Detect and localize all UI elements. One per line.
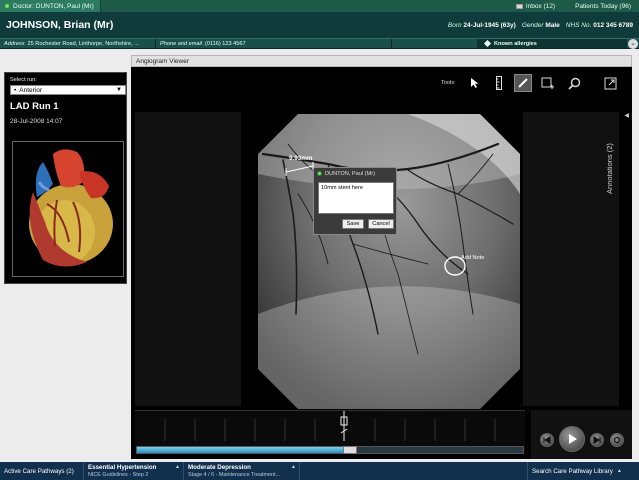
gender-label: Gender <box>521 21 544 29</box>
address-segment[interactable]: Address 25 Rochester Road, Linthorpe, No… <box>0 39 156 48</box>
pointer-tool[interactable] <box>466 74 484 92</box>
note-textarea[interactable]: 10mm stent here <box>318 182 394 214</box>
play-icon <box>569 434 577 444</box>
address-value: 25 Rochester Road, Linthorpe, Northshire… <box>27 40 139 47</box>
patient-banner: JOHNSON, Brian (Mr) Born 24-Jul-1945 (63… <box>0 12 639 38</box>
pathway-subtitle: Stage 4 / 6 - Maintenance Treatment... <box>188 472 280 478</box>
mail-icon <box>515 3 523 9</box>
note-popup: DUNTON, Paul (Mr) 10mm stent here Save C… <box>313 167 397 235</box>
tools-label: Tools: <box>441 80 456 86</box>
search-care-pathway-library[interactable]: Search Care Pathway Library ▲ <box>527 462 639 480</box>
add-box-icon <box>541 77 554 89</box>
viewer-header: Angiogram Viewer <box>131 55 632 67</box>
gender-value: Male <box>545 21 560 29</box>
diamond-icon <box>483 39 492 48</box>
care-pathway-bar: Active Care Pathways (2) Essential Hyper… <box>0 462 639 480</box>
pathway-title: Essential Hypertension <box>88 464 157 471</box>
timeline-ticks <box>164 419 496 441</box>
progress-thumb[interactable] <box>343 446 358 454</box>
top-bar: Doctor: DUNTON, Paul (Mr) Inbox (12) Pat… <box>0 0 639 12</box>
chevron-down-icon: ⌄ <box>630 39 636 47</box>
pathway-moderate-depression[interactable]: Moderate Depression Stage 4 / 6 - Mainte… <box>184 462 300 480</box>
settings-button[interactable] <box>610 433 624 447</box>
address-bar: Address 25 Rochester Road, Linthorpe, No… <box>0 38 639 49</box>
pathway-title: Moderate Depression <box>188 464 251 471</box>
measurement-label[interactable]: 9.93mm <box>289 155 312 162</box>
run-select-value: Anterior <box>19 86 43 94</box>
playback-progress-bar[interactable] <box>136 446 524 454</box>
patients-today-link[interactable]: Patients Today (96) <box>565 3 639 10</box>
phone-segment[interactable]: Phone and email (0116) 123 4567 <box>156 39 392 48</box>
known-allergies-tab[interactable]: Known allergies <box>477 39 627 48</box>
playhead-marker[interactable] <box>340 411 348 441</box>
note-popup-header: DUNTON, Paul (Mr) <box>314 168 396 179</box>
ruler-icon <box>496 76 502 90</box>
author-status-icon <box>317 171 322 176</box>
allergies-label: Known allergies <box>494 40 537 47</box>
patient-demographics: Born 24-Jul-1945 (63y) Gender Male NHS N… <box>448 22 633 29</box>
frame-timeline[interactable] <box>135 410 525 450</box>
select-run-label: Select run: <box>10 77 37 83</box>
patient-name: JOHNSON, Brian (Mr) <box>6 19 114 31</box>
heart-model-image[interactable] <box>12 141 124 277</box>
nhs-label: NHS No. <box>565 21 592 29</box>
play-button[interactable] <box>559 426 585 452</box>
chevron-up-icon: ▲ <box>175 464 180 470</box>
skip-back-icon <box>543 436 551 444</box>
pen-icon <box>518 78 528 88</box>
heart-illustration <box>29 149 113 267</box>
angiogram-viewer[interactable]: 9.93mm Add Note Tools: ◀ Annotations (2)… <box>131 67 632 459</box>
progress-fill <box>137 447 358 453</box>
cursor-arrow-icon <box>471 78 479 88</box>
magnifier-icon <box>567 77 580 90</box>
add-note-label[interactable]: Add Note <box>461 255 484 261</box>
annotations-tab[interactable]: Annotations (2) <box>605 112 630 232</box>
annotate-pen-tool[interactable] <box>514 74 532 92</box>
save-button[interactable]: Save <box>342 219 364 229</box>
address-label: Address <box>4 40 25 47</box>
phone-value: (0116) 123 4567 <box>204 40 246 47</box>
dropdown-arrow-icon: ▼ <box>116 87 122 93</box>
inbox-link[interactable]: Inbox (12) <box>506 3 565 10</box>
viewer-title: Angiogram Viewer <box>136 57 189 65</box>
inbox-label: Inbox (12) <box>525 2 556 10</box>
status-dot-icon <box>4 3 10 9</box>
external-link-icon <box>604 77 616 89</box>
gear-icon <box>613 436 621 444</box>
playback-controls <box>531 410 632 459</box>
run-title: LAD Run 1 <box>10 101 59 112</box>
note-author: DUNTON, Paul (Mr) <box>325 170 375 177</box>
born-label: Born <box>447 21 462 29</box>
next-frame-button[interactable] <box>590 433 604 447</box>
chevron-up-icon: ▲ <box>291 464 296 470</box>
born-value: 24-Jul-1945 (63y) <box>463 21 516 29</box>
cancel-button[interactable]: Cancel <box>368 219 394 229</box>
nhs-value: 012 345 6789 <box>593 21 633 29</box>
previous-frame-button[interactable] <box>540 433 554 447</box>
zoom-tool[interactable] <box>565 74 583 92</box>
popout-tool[interactable] <box>601 74 619 92</box>
run-date: 28-Jul-2008 14:07 <box>10 118 63 125</box>
bullet-icon: • <box>14 86 17 94</box>
search-label: Search Care Pathway Library <box>532 467 613 475</box>
chevron-up-icon: ▲ <box>616 468 622 474</box>
annotations-tab-label: Annotations (2) <box>604 143 614 194</box>
pathway-subtitle: NICE Guidelines - Step 2 <box>88 472 149 478</box>
run-select[interactable]: • Anterior ▼ <box>10 85 126 95</box>
pathway-essential-hypertension[interactable]: Essential Hypertension NICE Guidelines -… <box>84 462 184 480</box>
phone-label: Phone and email <box>160 40 202 47</box>
ruler-tool[interactable] <box>490 74 508 92</box>
doctor-tab[interactable]: Doctor: DUNTON, Paul (Mr) <box>0 0 101 12</box>
skip-forward-icon <box>593 436 601 444</box>
add-region-tool[interactable] <box>539 74 557 92</box>
expand-banner-button[interactable]: ⌄ <box>628 38 638 49</box>
active-care-pathways-button[interactable]: Active Care Pathways (2) <box>0 462 84 480</box>
run-selector-panel: Select run: • Anterior ▼ LAD Run 1 28-Ju… <box>4 72 127 284</box>
doctor-name: Doctor: DUNTON, Paul (Mr) <box>13 2 94 10</box>
left-dark-panel <box>135 112 241 406</box>
